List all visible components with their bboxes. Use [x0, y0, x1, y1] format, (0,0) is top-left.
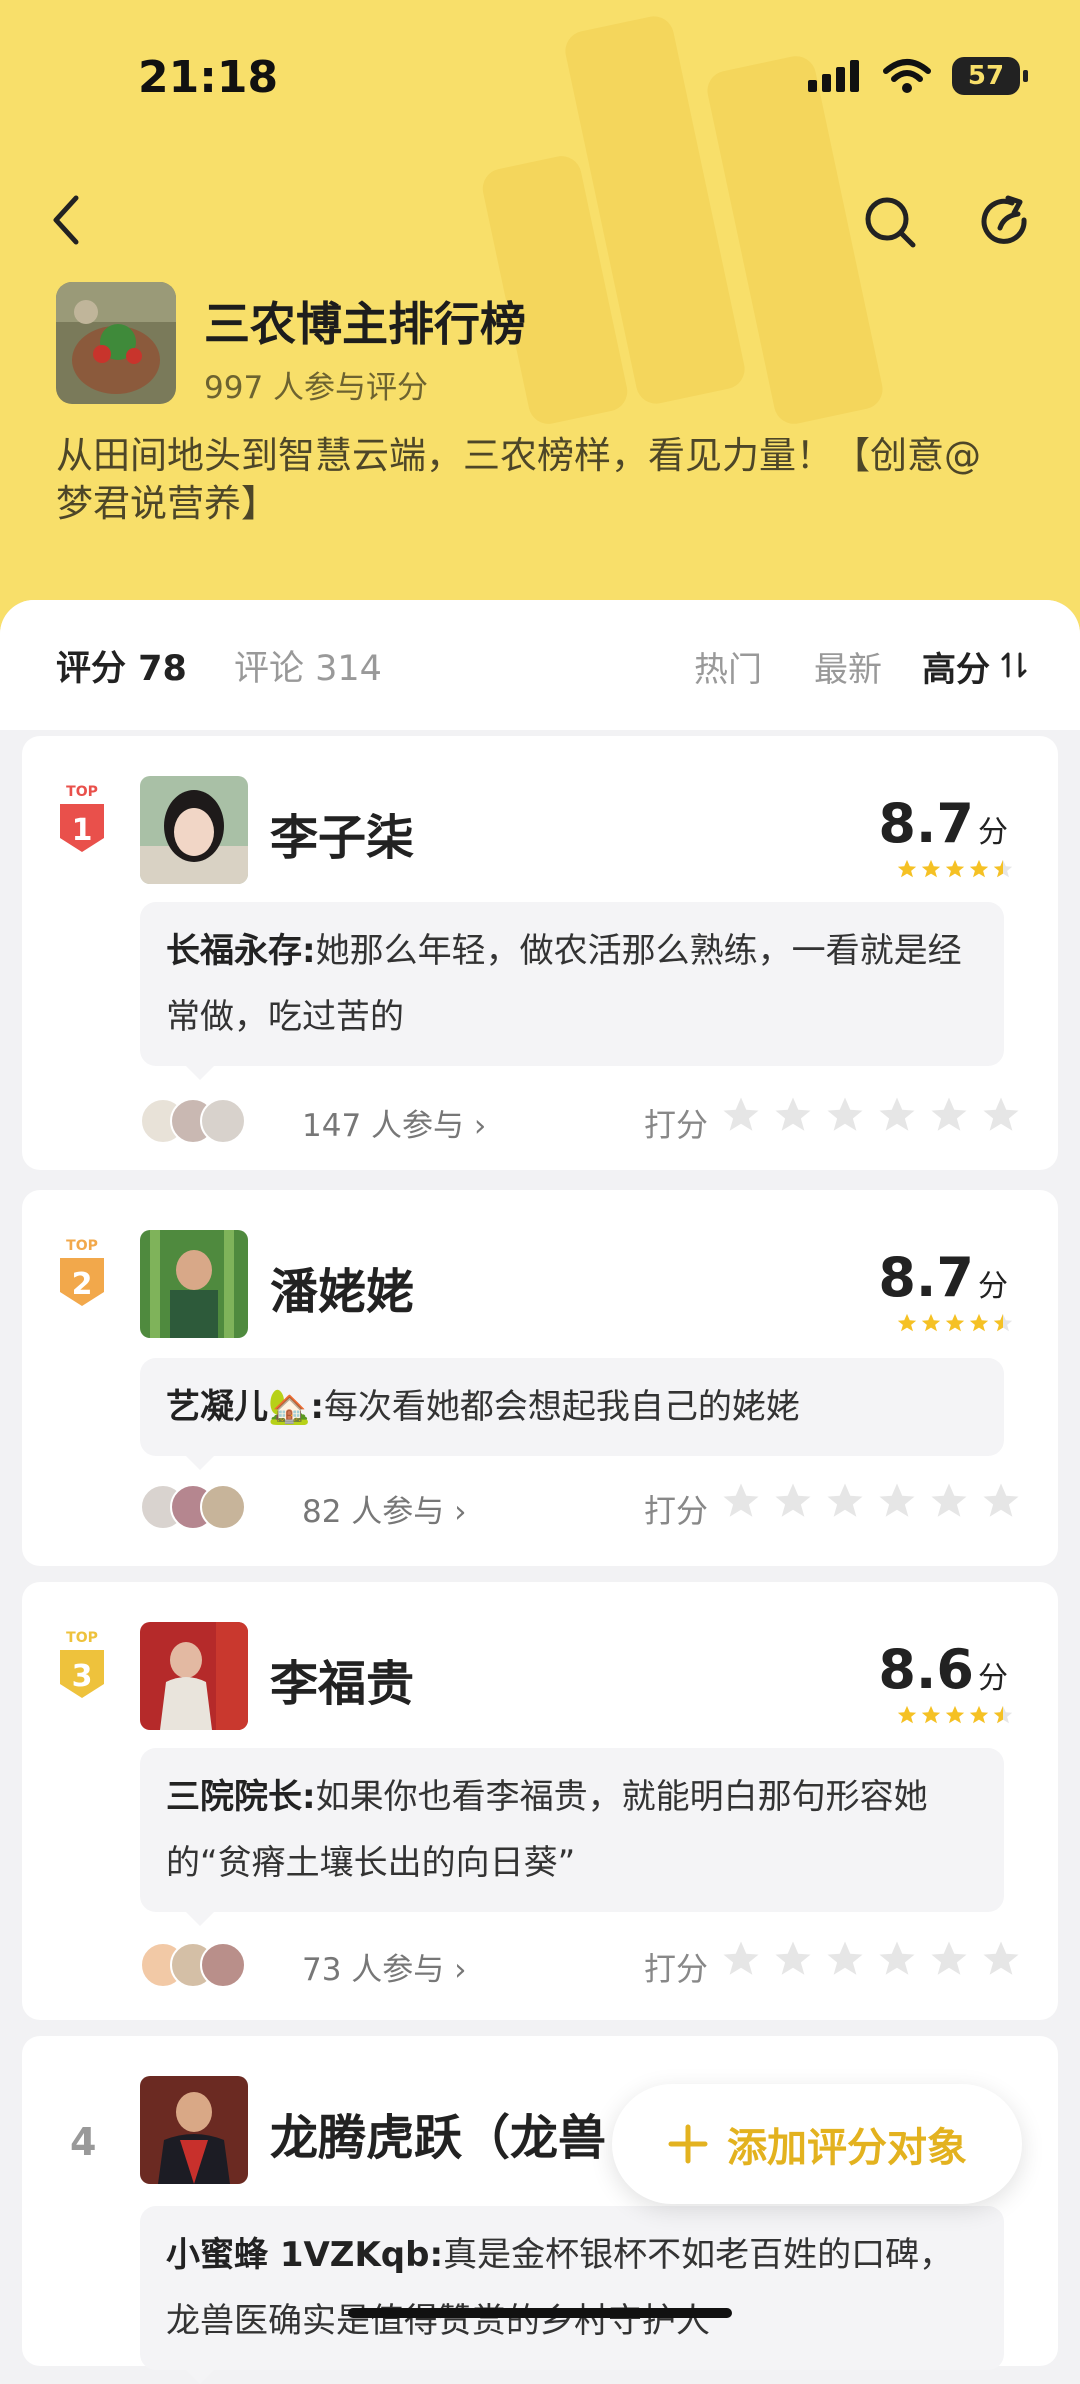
- card-footer: 82 人参与 › 打分: [140, 1480, 1040, 1530]
- rate-label: 打分: [644, 1950, 709, 1988]
- rank-badge-icon: TOP 2: [60, 1238, 104, 1306]
- rank-number: 4: [70, 2120, 97, 2164]
- blogger-name[interactable]: 龙腾虎跃（龙兽: [270, 2098, 606, 2168]
- score: 8.6 分: [878, 1638, 1008, 1701]
- star-icon: [931, 1483, 967, 1517]
- sort-high[interactable]: 高分: [922, 642, 990, 691]
- search-icon[interactable]: [862, 194, 918, 250]
- top-comment[interactable]: 小蜜蜂 1VZKqb:真是金杯银杯不如老百姓的口碑，龙兽医确实是值得赞赏的乡村守…: [140, 2206, 1004, 2384]
- svg-text:TOP: TOP: [66, 1238, 98, 1254]
- svg-text:TOP: TOP: [66, 784, 98, 800]
- star-icon: [827, 1941, 863, 1975]
- star-icon: [879, 1483, 915, 1517]
- ranking-card[interactable]: TOP 3 李福贵 8.6 分 三院院长:如果你也看李福贵，就能明白那句形容她的“…: [22, 1582, 1058, 2020]
- top-comment[interactable]: 三院院长:如果你也看李福贵，就能明白那句形容她的“贫瘠土壤长出的向日葵”: [140, 1748, 1004, 1926]
- rate-stars[interactable]: [720, 1938, 1022, 1980]
- avatar[interactable]: [140, 2076, 248, 2184]
- ranking-card[interactable]: TOP 2 潘姥姥 8.7 分 艺凝儿🏡:每次看她都会想起我自己的姥姥 82 人…: [22, 1190, 1058, 1566]
- sort-toggle-icon[interactable]: [1000, 650, 1028, 680]
- participants-link[interactable]: 82 人参与 ›: [302, 1486, 467, 1531]
- avatar[interactable]: [140, 1230, 248, 1338]
- sort-new[interactable]: 最新: [814, 642, 882, 691]
- ranking-card[interactable]: TOP 1 李子柒 8.7 分 长福永存:她那么年轻，做农活那么熟练，一看就是经常…: [22, 736, 1058, 1170]
- star-icon: [827, 1483, 863, 1517]
- list-cover-image: [56, 282, 176, 404]
- battery-indicator: 57: [952, 57, 1028, 95]
- plus-icon: [668, 2124, 708, 2164]
- card-footer: 147 人参与 › 打分: [140, 1094, 1040, 1144]
- content-panel: 评分 78 评论 314 热门 最新 高分 TOP 1 李子柒 8.7 分 长福…: [0, 600, 1080, 2384]
- star-icon: [983, 1483, 1019, 1517]
- score-stars: [896, 858, 1014, 880]
- star-icon: [827, 1097, 863, 1131]
- signal-icon: [808, 60, 859, 92]
- card-footer: 73 人参与 › 打分: [140, 1938, 1040, 1988]
- blogger-name[interactable]: 潘姥姥: [270, 1252, 414, 1322]
- svg-text:3: 3: [72, 1659, 93, 1694]
- back-icon[interactable]: [44, 190, 92, 250]
- avatar[interactable]: [140, 776, 248, 884]
- tab-rating[interactable]: 评分 78: [56, 640, 187, 691]
- share-icon[interactable]: [978, 194, 1034, 250]
- page-title: 三农博主排行榜: [204, 297, 526, 351]
- sort-hot[interactable]: 热门: [694, 642, 762, 691]
- star-icon: [879, 1941, 915, 1975]
- tabs-bar: 评分 78 评论 314 热门 最新 高分: [0, 600, 1080, 730]
- rate-label: 打分: [644, 1492, 709, 1530]
- star-icon: [723, 1483, 759, 1517]
- score: 8.7 分: [878, 792, 1008, 855]
- header: 21:18 57 三农博主排行榜 997 人参与评分 从田间地头到智慧云端，三农…: [0, 0, 1080, 640]
- blogger-name[interactable]: 李福贵: [270, 1644, 414, 1714]
- score-stars: [896, 1704, 1014, 1726]
- rate-label: 打分: [644, 1106, 709, 1144]
- score-stars: [896, 1312, 1014, 1334]
- star-icon: [879, 1097, 915, 1131]
- status-icons: 57: [806, 56, 1028, 96]
- participants-link[interactable]: 73 人参与 ›: [302, 1944, 467, 1989]
- svg-text:TOP: TOP: [66, 1630, 98, 1646]
- participants-count: 997 人参与评分: [204, 370, 429, 406]
- top-comment[interactable]: 艺凝儿🏡:每次看她都会想起我自己的姥姥: [140, 1358, 1004, 1470]
- star-icon: [775, 1483, 811, 1517]
- star-icon: [723, 1097, 759, 1131]
- home-indicator[interactable]: [348, 2308, 732, 2318]
- star-icon: [983, 1097, 1019, 1131]
- star-icon: [931, 1097, 967, 1131]
- blogger-name[interactable]: 李子柒: [270, 798, 414, 868]
- score: 8.7 分: [878, 1246, 1008, 1309]
- rank-badge-icon: TOP 3: [60, 1630, 104, 1698]
- rate-stars[interactable]: [720, 1094, 1022, 1136]
- star-icon: [931, 1941, 967, 1975]
- star-icon: [775, 1097, 811, 1131]
- rank-badge-icon: TOP 1: [60, 784, 104, 852]
- participant-avatars: [140, 1942, 270, 1988]
- top-comment[interactable]: 长福永存:她那么年轻，做农活那么熟练，一看就是经常做，吃过苦的: [140, 902, 1004, 1080]
- star-icon: [775, 1941, 811, 1975]
- wifi-icon: [883, 59, 931, 93]
- avatar[interactable]: [140, 1622, 248, 1730]
- svg-text:1: 1: [72, 813, 93, 848]
- rate-stars[interactable]: [720, 1480, 1022, 1522]
- participant-avatars: [140, 1098, 270, 1144]
- star-icon: [723, 1941, 759, 1975]
- participants-link[interactable]: 147 人参与 ›: [302, 1100, 486, 1145]
- status-time: 21:18: [138, 52, 279, 103]
- tab-comments[interactable]: 评论 314: [234, 640, 382, 691]
- list-description: 从田间地头到智慧云端，三农榜样，看见力量！【创意@梦君说营养】: [56, 434, 981, 525]
- fab-label: 添加评分对象: [727, 2125, 967, 2171]
- add-rating-target-button[interactable]: 添加评分对象: [612, 2084, 1022, 2204]
- svg-text:2: 2: [72, 1267, 93, 1302]
- participant-avatars: [140, 1484, 270, 1530]
- star-icon: [983, 1941, 1019, 1975]
